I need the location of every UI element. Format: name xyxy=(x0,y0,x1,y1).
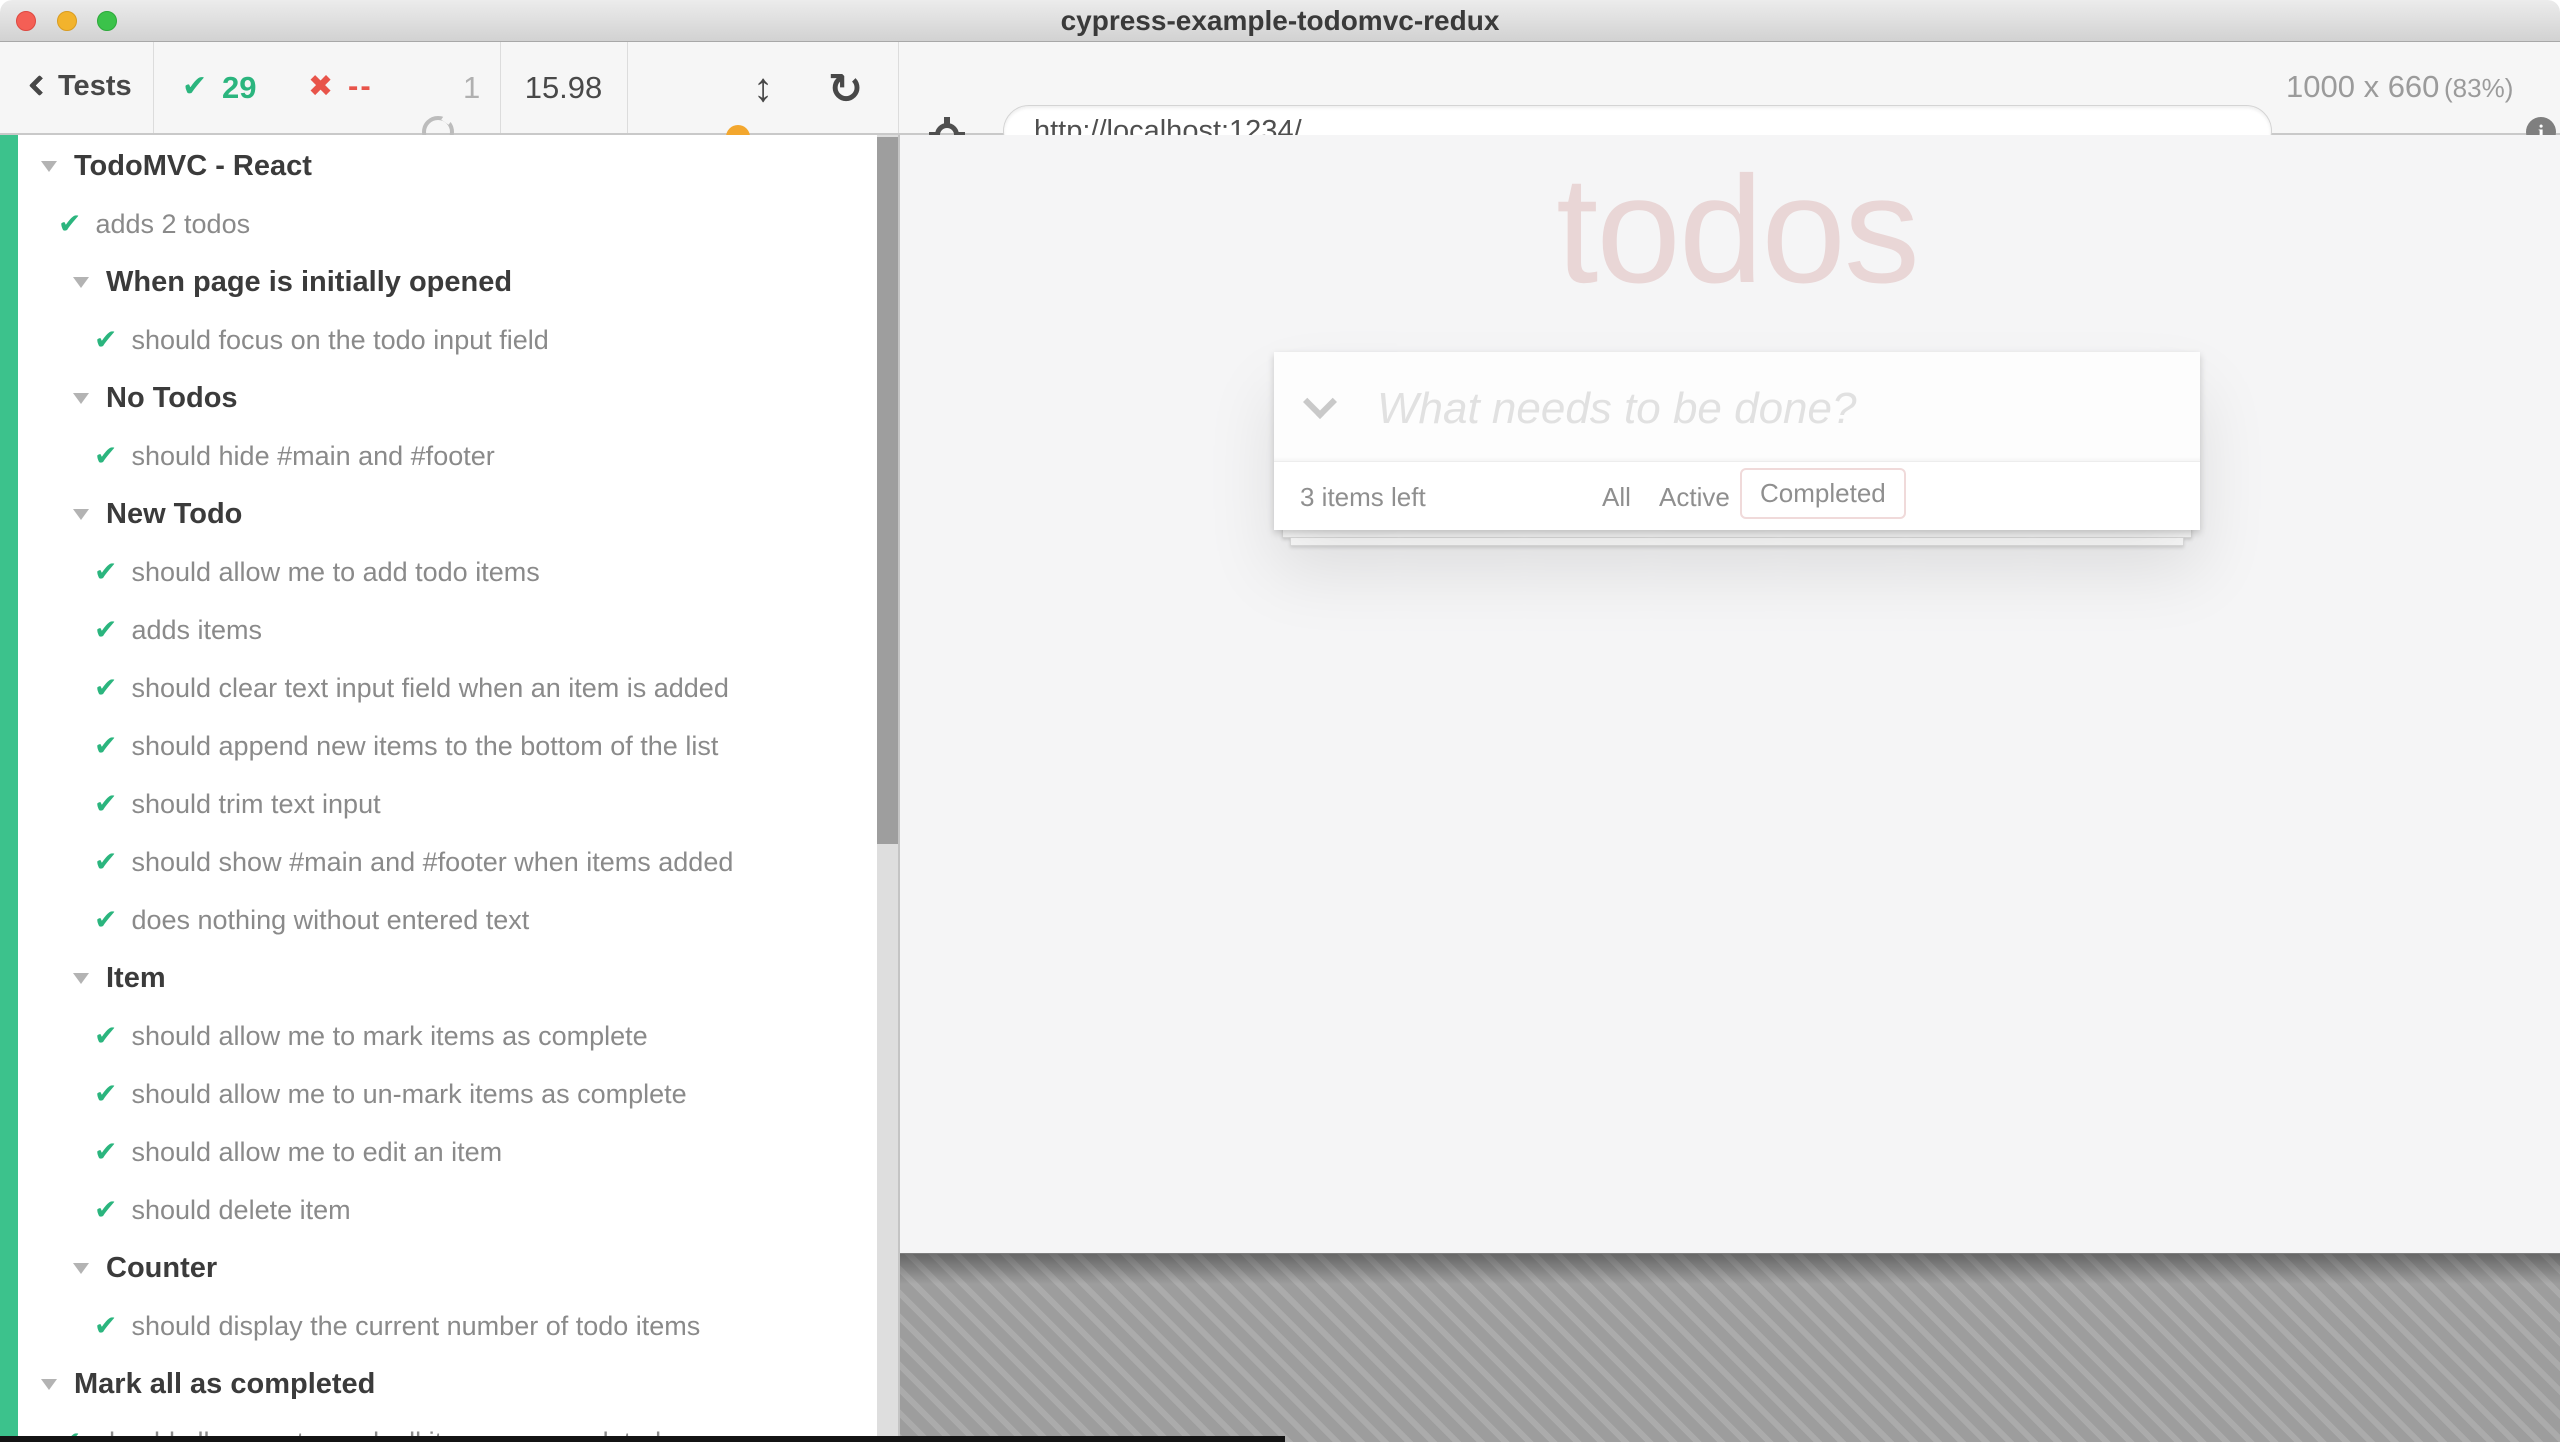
stacked-sheet-decoration xyxy=(1290,537,2184,546)
collapse-triangle-icon xyxy=(41,161,57,172)
todoapp-panel: What needs to be done? 3 items left All … xyxy=(1274,352,2200,530)
scroll-arrows-icon[interactable]: ↕ xyxy=(753,66,773,111)
toolbar-separator xyxy=(898,42,899,133)
test-reporter-panel: TodoMVC - React ✔adds 2 todos When page … xyxy=(0,135,877,1442)
aut-outside-shadow xyxy=(900,1254,2560,1284)
toolbar-separator xyxy=(627,42,628,133)
filter-active-link[interactable]: Active xyxy=(1659,482,1730,513)
test-row[interactable]: ✔should show #main and #footer when item… xyxy=(0,833,877,891)
test-passed-check-icon: ✔ xyxy=(94,732,117,760)
test-row[interactable]: ✔should delete item xyxy=(0,1181,877,1239)
suite-row[interactable]: When page is initially opened xyxy=(0,253,877,311)
todomvc-app-title: todos xyxy=(1274,143,2200,318)
test-row[interactable]: ✔should clear text input field when an i… xyxy=(0,659,877,717)
back-chevron-icon xyxy=(29,75,50,96)
test-row[interactable]: ✔should allow me to add todo items xyxy=(0,543,877,601)
macos-titlebar: cypress-example-todomvc-redux xyxy=(0,0,2560,42)
test-row[interactable]: ✔does nothing without entered text xyxy=(0,891,877,949)
reporter-scrollbar-thumb[interactable] xyxy=(877,137,898,844)
test-passed-check-icon: ✔ xyxy=(58,210,81,238)
test-row[interactable]: ✔should focus on the todo input field xyxy=(0,311,877,369)
test-passed-check-icon: ✔ xyxy=(94,558,117,586)
cypress-runner-window: cypress-example-todomvc-redux Tests ✔ 29… xyxy=(0,0,2560,1442)
filter-completed-link-selected[interactable]: Completed xyxy=(1740,468,1906,519)
new-todo-input[interactable]: What needs to be done? xyxy=(1274,352,2200,462)
test-row[interactable]: ✔should allow me to un-mark items as com… xyxy=(0,1065,877,1123)
aut-frame: todos What needs to be done? 3 items lef… xyxy=(900,135,2560,1253)
viewport-size-label: 1000 x 660 xyxy=(2286,69,2439,105)
test-row[interactable]: ✔should trim text input xyxy=(0,775,877,833)
collapse-triangle-icon xyxy=(73,1263,89,1274)
test-row[interactable]: ✔adds items xyxy=(0,601,877,659)
back-button-label: Tests xyxy=(58,70,132,103)
items-left-count: 3 items left xyxy=(1300,482,1426,513)
test-passed-check-icon: ✔ xyxy=(94,1312,117,1340)
todoapp-footer: 3 items left All Active Completed xyxy=(1274,462,2200,530)
suite-row[interactable]: Counter xyxy=(0,1239,877,1297)
test-passed-check-icon: ✔ xyxy=(94,906,117,934)
aut-outside-area xyxy=(900,1253,2560,1442)
test-row[interactable]: ✔should hide #main and #footer xyxy=(0,427,877,485)
test-passed-check-icon: ✔ xyxy=(94,1080,117,1108)
window-bottom-edge xyxy=(0,1436,1285,1442)
test-row[interactable]: ✔should allow me to mark items as comple… xyxy=(0,1007,877,1065)
new-todo-placeholder: What needs to be done? xyxy=(1377,384,1856,434)
test-passed-check-icon: ✔ xyxy=(94,1022,117,1050)
viewport-scale-label: (83%) xyxy=(2444,73,2513,104)
collapse-triangle-icon xyxy=(73,393,89,404)
toggle-all-chevron-icon[interactable] xyxy=(1303,385,1337,419)
test-row[interactable]: ✔should allow me to edit an item xyxy=(0,1123,877,1181)
suite-row[interactable]: Mark all as completed xyxy=(0,1355,877,1413)
runner-toolbar: Tests ✔ 29 ✖ -- 1 15.98 ↕ ↻ http://local… xyxy=(0,42,2560,135)
run-duration: 15.98 xyxy=(500,70,627,106)
test-passed-check-icon: ✔ xyxy=(94,790,117,818)
window-title: cypress-example-todomvc-redux xyxy=(0,0,2560,42)
filter-all-link[interactable]: All xyxy=(1602,482,1631,513)
collapse-triangle-icon xyxy=(41,1379,57,1390)
collapse-triangle-icon xyxy=(73,277,89,288)
test-passed-check-icon: ✔ xyxy=(94,1138,117,1166)
test-row[interactable]: ✔should append new items to the bottom o… xyxy=(0,717,877,775)
suite-row[interactable]: New Todo xyxy=(0,485,877,543)
test-passed-check-icon: ✔ xyxy=(94,1196,117,1224)
test-passed-check-icon: ✔ xyxy=(94,616,117,644)
test-row[interactable]: ✔adds 2 todos xyxy=(0,195,877,253)
suite-row[interactable]: No Todos xyxy=(0,369,877,427)
collapse-triangle-icon xyxy=(73,973,89,984)
test-row[interactable]: ✔should display the current number of to… xyxy=(0,1297,877,1355)
test-passed-check-icon: ✔ xyxy=(94,326,117,354)
back-to-tests-button[interactable]: Tests xyxy=(0,42,153,133)
suite-row[interactable]: TodoMVC - React xyxy=(0,137,877,195)
reporter-scrollbar-track[interactable] xyxy=(877,135,898,1442)
test-passed-check-icon: ✔ xyxy=(94,848,117,876)
suite-row[interactable]: Item xyxy=(0,949,877,1007)
test-passed-check-icon: ✔ xyxy=(94,442,117,470)
test-list: TodoMVC - React ✔adds 2 todos When page … xyxy=(0,137,877,1442)
toolbar-separator xyxy=(153,42,154,133)
collapse-triangle-icon xyxy=(73,509,89,520)
refresh-tests-icon[interactable]: ↻ xyxy=(828,64,863,113)
test-passed-check-icon: ✔ xyxy=(94,674,117,702)
